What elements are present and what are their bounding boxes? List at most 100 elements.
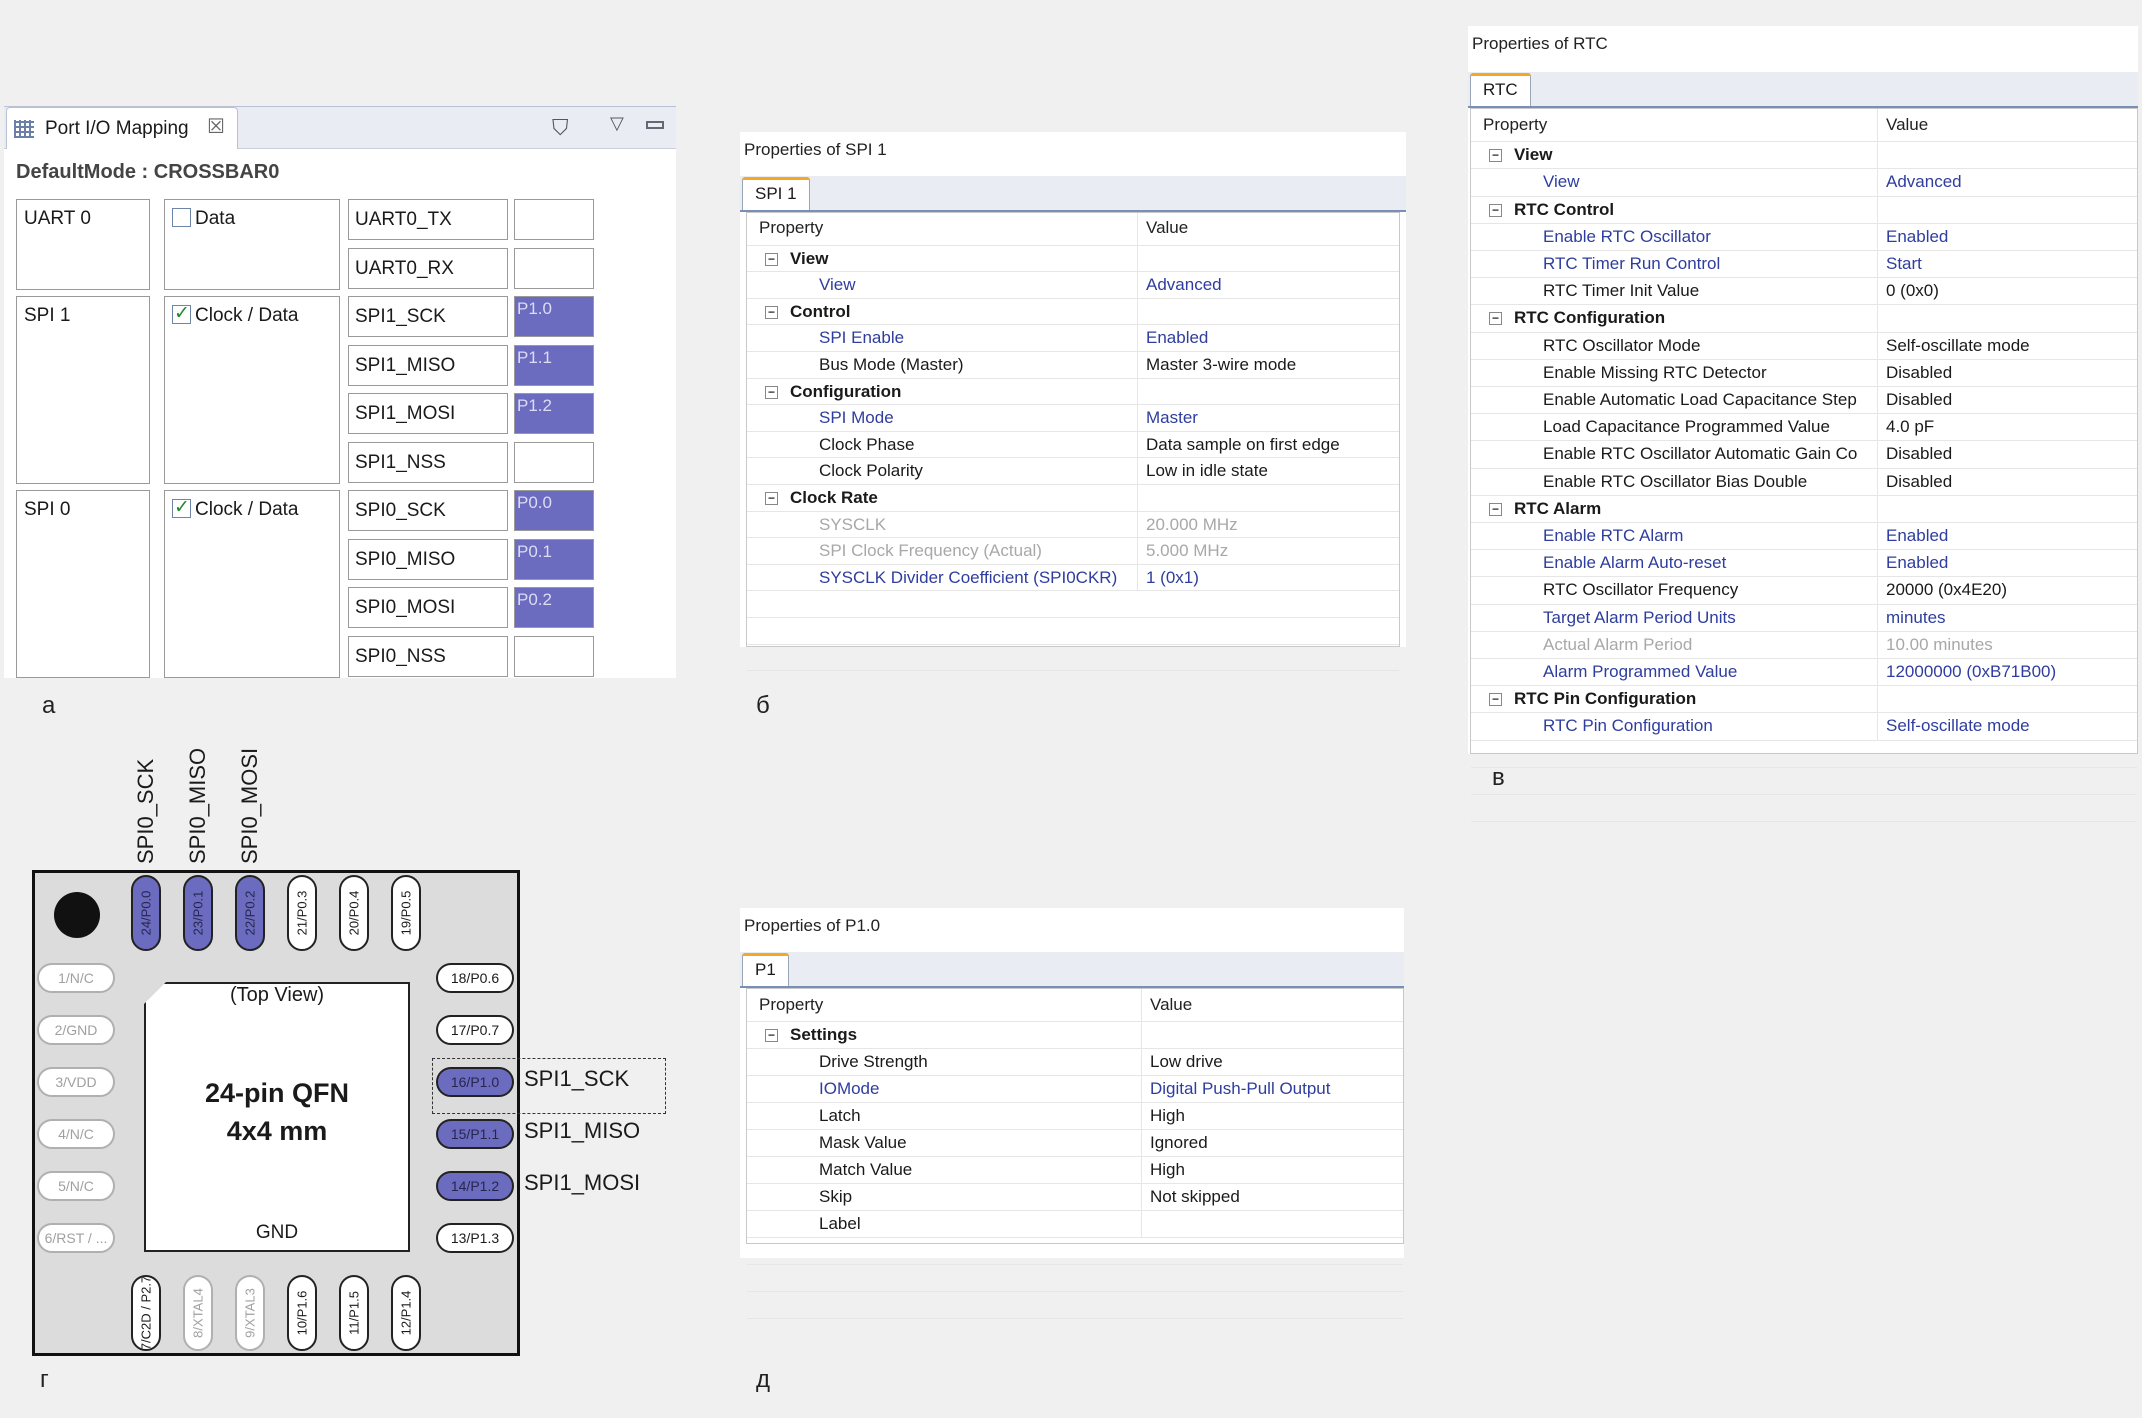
tab-rtc[interactable]: RTC (1470, 73, 1531, 106)
property-label: Label (819, 1214, 861, 1233)
property-row[interactable]: Drive Strength Low drive (747, 1049, 1403, 1076)
property-row[interactable]: Enable RTC Oscillator Enabled (1471, 223, 2137, 251)
collapse-icon[interactable]: − (1489, 693, 1502, 707)
property-row[interactable]: Clock Polarity Low in idle state (747, 458, 1399, 485)
collapse-icon[interactable]: − (1489, 502, 1502, 516)
property-row[interactable]: Load Capacitance Programmed Value 4.0 pF (1471, 414, 2137, 442)
property-value[interactable]: Master (1137, 405, 1399, 431)
property-value[interactable]: 4.0 pF (1877, 414, 2137, 441)
property-row[interactable]: RTC Timer Run Control Start (1471, 251, 2137, 279)
collapse-icon[interactable]: − (765, 252, 778, 266)
property-row[interactable]: SPI Clock Frequency (Actual) 5.000 MHz (747, 538, 1399, 565)
chip-size: 4x4 mm (226, 1116, 328, 1146)
pin-assignment[interactable]: P1.2 (514, 393, 594, 434)
property-value[interactable]: Enabled (1877, 523, 2137, 550)
pin-assignment[interactable]: P1.1 (514, 344, 594, 386)
caption-d: д (756, 1366, 771, 1393)
property-row[interactable]: RTC Oscillator Mode Self-oscillate mode (1471, 332, 2137, 360)
property-value[interactable]: Disabled (1877, 441, 2137, 468)
property-value[interactable]: 12000000 (0xB71B00) (1877, 659, 2137, 686)
property-row[interactable]: SYSCLK 20.000 MHz (747, 511, 1399, 539)
property-value[interactable]: 1 (0x1) (1137, 564, 1399, 591)
property-value[interactable]: Ignored (1141, 1130, 1403, 1156)
checkbox[interactable] (172, 302, 191, 325)
property-row[interactable]: Enable Missing RTC Detector Disabled (1471, 359, 2137, 387)
property-row[interactable]: SPI Mode Master (747, 405, 1399, 432)
property-row[interactable]: Target Alarm Period Units minutes (1471, 604, 2137, 632)
property-value[interactable]: minutes (1877, 604, 2137, 631)
property-row[interactable]: Latch High (747, 1103, 1403, 1130)
property-row[interactable]: Enable RTC Alarm Enabled (1471, 523, 2137, 551)
pin-right: 17/P0.7 (436, 1015, 514, 1045)
property-value[interactable]: Enabled (1877, 550, 2137, 577)
property-row[interactable]: IOMode Digital Push-Pull Output (747, 1076, 1403, 1103)
property-row[interactable]: View Advanced (747, 272, 1399, 299)
property-row[interactable]: Mask Value Ignored (747, 1130, 1403, 1157)
property-row[interactable]: Match Value High (747, 1157, 1403, 1184)
property-value[interactable]: Data sample on first edge (1137, 431, 1399, 458)
property-row[interactable]: Skip Not skipped (747, 1184, 1403, 1211)
collapse-icon[interactable]: − (1489, 312, 1502, 326)
property-row[interactable]: Actual Alarm Period 10.00 minutes (1471, 631, 2137, 659)
property-row[interactable]: RTC Timer Init Value 0 (0x0) (1471, 278, 2137, 306)
property-row[interactable]: Enable Alarm Auto-reset Enabled (1471, 550, 2137, 578)
pin-assignment[interactable]: P1.0 (514, 296, 594, 337)
property-row[interactable]: Label (747, 1211, 1403, 1238)
property-row[interactable]: Bus Mode (Master) Master 3-wire mode (747, 352, 1399, 379)
property-row[interactable]: Clock Phase Data sample on first edge (747, 431, 1399, 459)
collapse-icon[interactable]: − (765, 492, 778, 505)
tab-p1[interactable]: P1 (742, 953, 789, 986)
property-value[interactable]: Low drive (1141, 1049, 1403, 1075)
collapse-icon[interactable]: − (765, 305, 778, 319)
pin-assignment[interactable] (514, 199, 594, 240)
pin-assignment[interactable] (514, 441, 594, 483)
tab-spi1[interactable]: SPI 1 (742, 177, 810, 210)
pin-assignment[interactable]: P0.2 (514, 587, 594, 628)
property-value[interactable]: Advanced (1137, 272, 1399, 298)
filter-icon[interactable]: ⛉ (552, 115, 569, 141)
checkbox[interactable] (172, 496, 191, 519)
property-value[interactable]: 20000 (0x4E20) (1877, 577, 2137, 604)
property-value[interactable]: Start (1877, 251, 2137, 278)
property-row[interactable]: RTC Oscillator Frequency 20000 (0x4E20) (1471, 577, 2137, 605)
property-value[interactable]: Enabled (1877, 223, 2137, 250)
property-value[interactable]: Not skipped (1141, 1184, 1403, 1210)
property-value[interactable]: Advanced (1877, 169, 2137, 196)
port-io-tab[interactable]: Port I/O Mapping ☒ (6, 107, 238, 149)
property-value[interactable]: 0 (0x0) (1877, 278, 2137, 305)
pin-assignment[interactable] (514, 247, 594, 289)
property-value[interactable]: Digital Push-Pull Output (1141, 1076, 1403, 1102)
property-value[interactable]: Self-oscillate mode (1877, 332, 2137, 359)
property-row[interactable]: Alarm Programmed Value 12000000 (0xB71B00… (1471, 659, 2137, 687)
chevron-down-icon[interactable]: ▽ (610, 113, 624, 134)
close-icon[interactable]: ☒ (207, 114, 225, 139)
property-value[interactable]: Self-oscillate mode (1877, 713, 2137, 740)
property-row[interactable]: SPI Enable Enabled (747, 325, 1399, 352)
minimize-icon[interactable] (646, 121, 664, 129)
property-value[interactable]: Master 3-wire mode (1137, 352, 1399, 378)
property-value[interactable] (1141, 1211, 1403, 1237)
collapse-icon[interactable]: − (1489, 203, 1502, 217)
collapse-icon[interactable]: − (765, 1029, 778, 1042)
property-value[interactable]: Disabled (1877, 359, 2137, 386)
property-value[interactable]: High (1141, 1103, 1403, 1129)
property-value[interactable]: Disabled (1877, 468, 2137, 495)
property-row[interactable]: Enable RTC Oscillator Bias Double Disable… (1471, 468, 2137, 496)
p10-property-grid: Property Value − Settings Drive Strength Low … (746, 988, 1404, 1319)
property-value[interactable]: Enabled (1137, 325, 1399, 351)
pin-assignment[interactable]: P0.1 (514, 538, 594, 580)
property-row[interactable]: RTC Pin Configuration Self-oscillate mode (1471, 713, 2137, 741)
collapse-icon[interactable]: − (1489, 149, 1502, 163)
property-row[interactable]: SYSCLK Divider Coefficient (SPI0CKR) 1 (0… (747, 564, 1399, 592)
checkbox[interactable] (172, 208, 191, 227)
property-value[interactable]: Low in idle state (1137, 458, 1399, 484)
property-row[interactable]: Enable RTC Oscillator Automatic Gain Co D… (1471, 441, 2137, 469)
pin-assignment[interactable]: P0.0 (514, 490, 594, 531)
collapse-icon[interactable]: − (765, 385, 778, 399)
property-row[interactable]: Enable Automatic Load Capacitance Step Di… (1471, 387, 2137, 415)
pin-assignment[interactable] (514, 635, 594, 677)
property-row[interactable]: View Advanced (1471, 169, 2137, 197)
property-column-header: Property (759, 218, 824, 237)
property-value[interactable]: High (1141, 1157, 1403, 1183)
property-value[interactable]: Disabled (1877, 387, 2137, 414)
